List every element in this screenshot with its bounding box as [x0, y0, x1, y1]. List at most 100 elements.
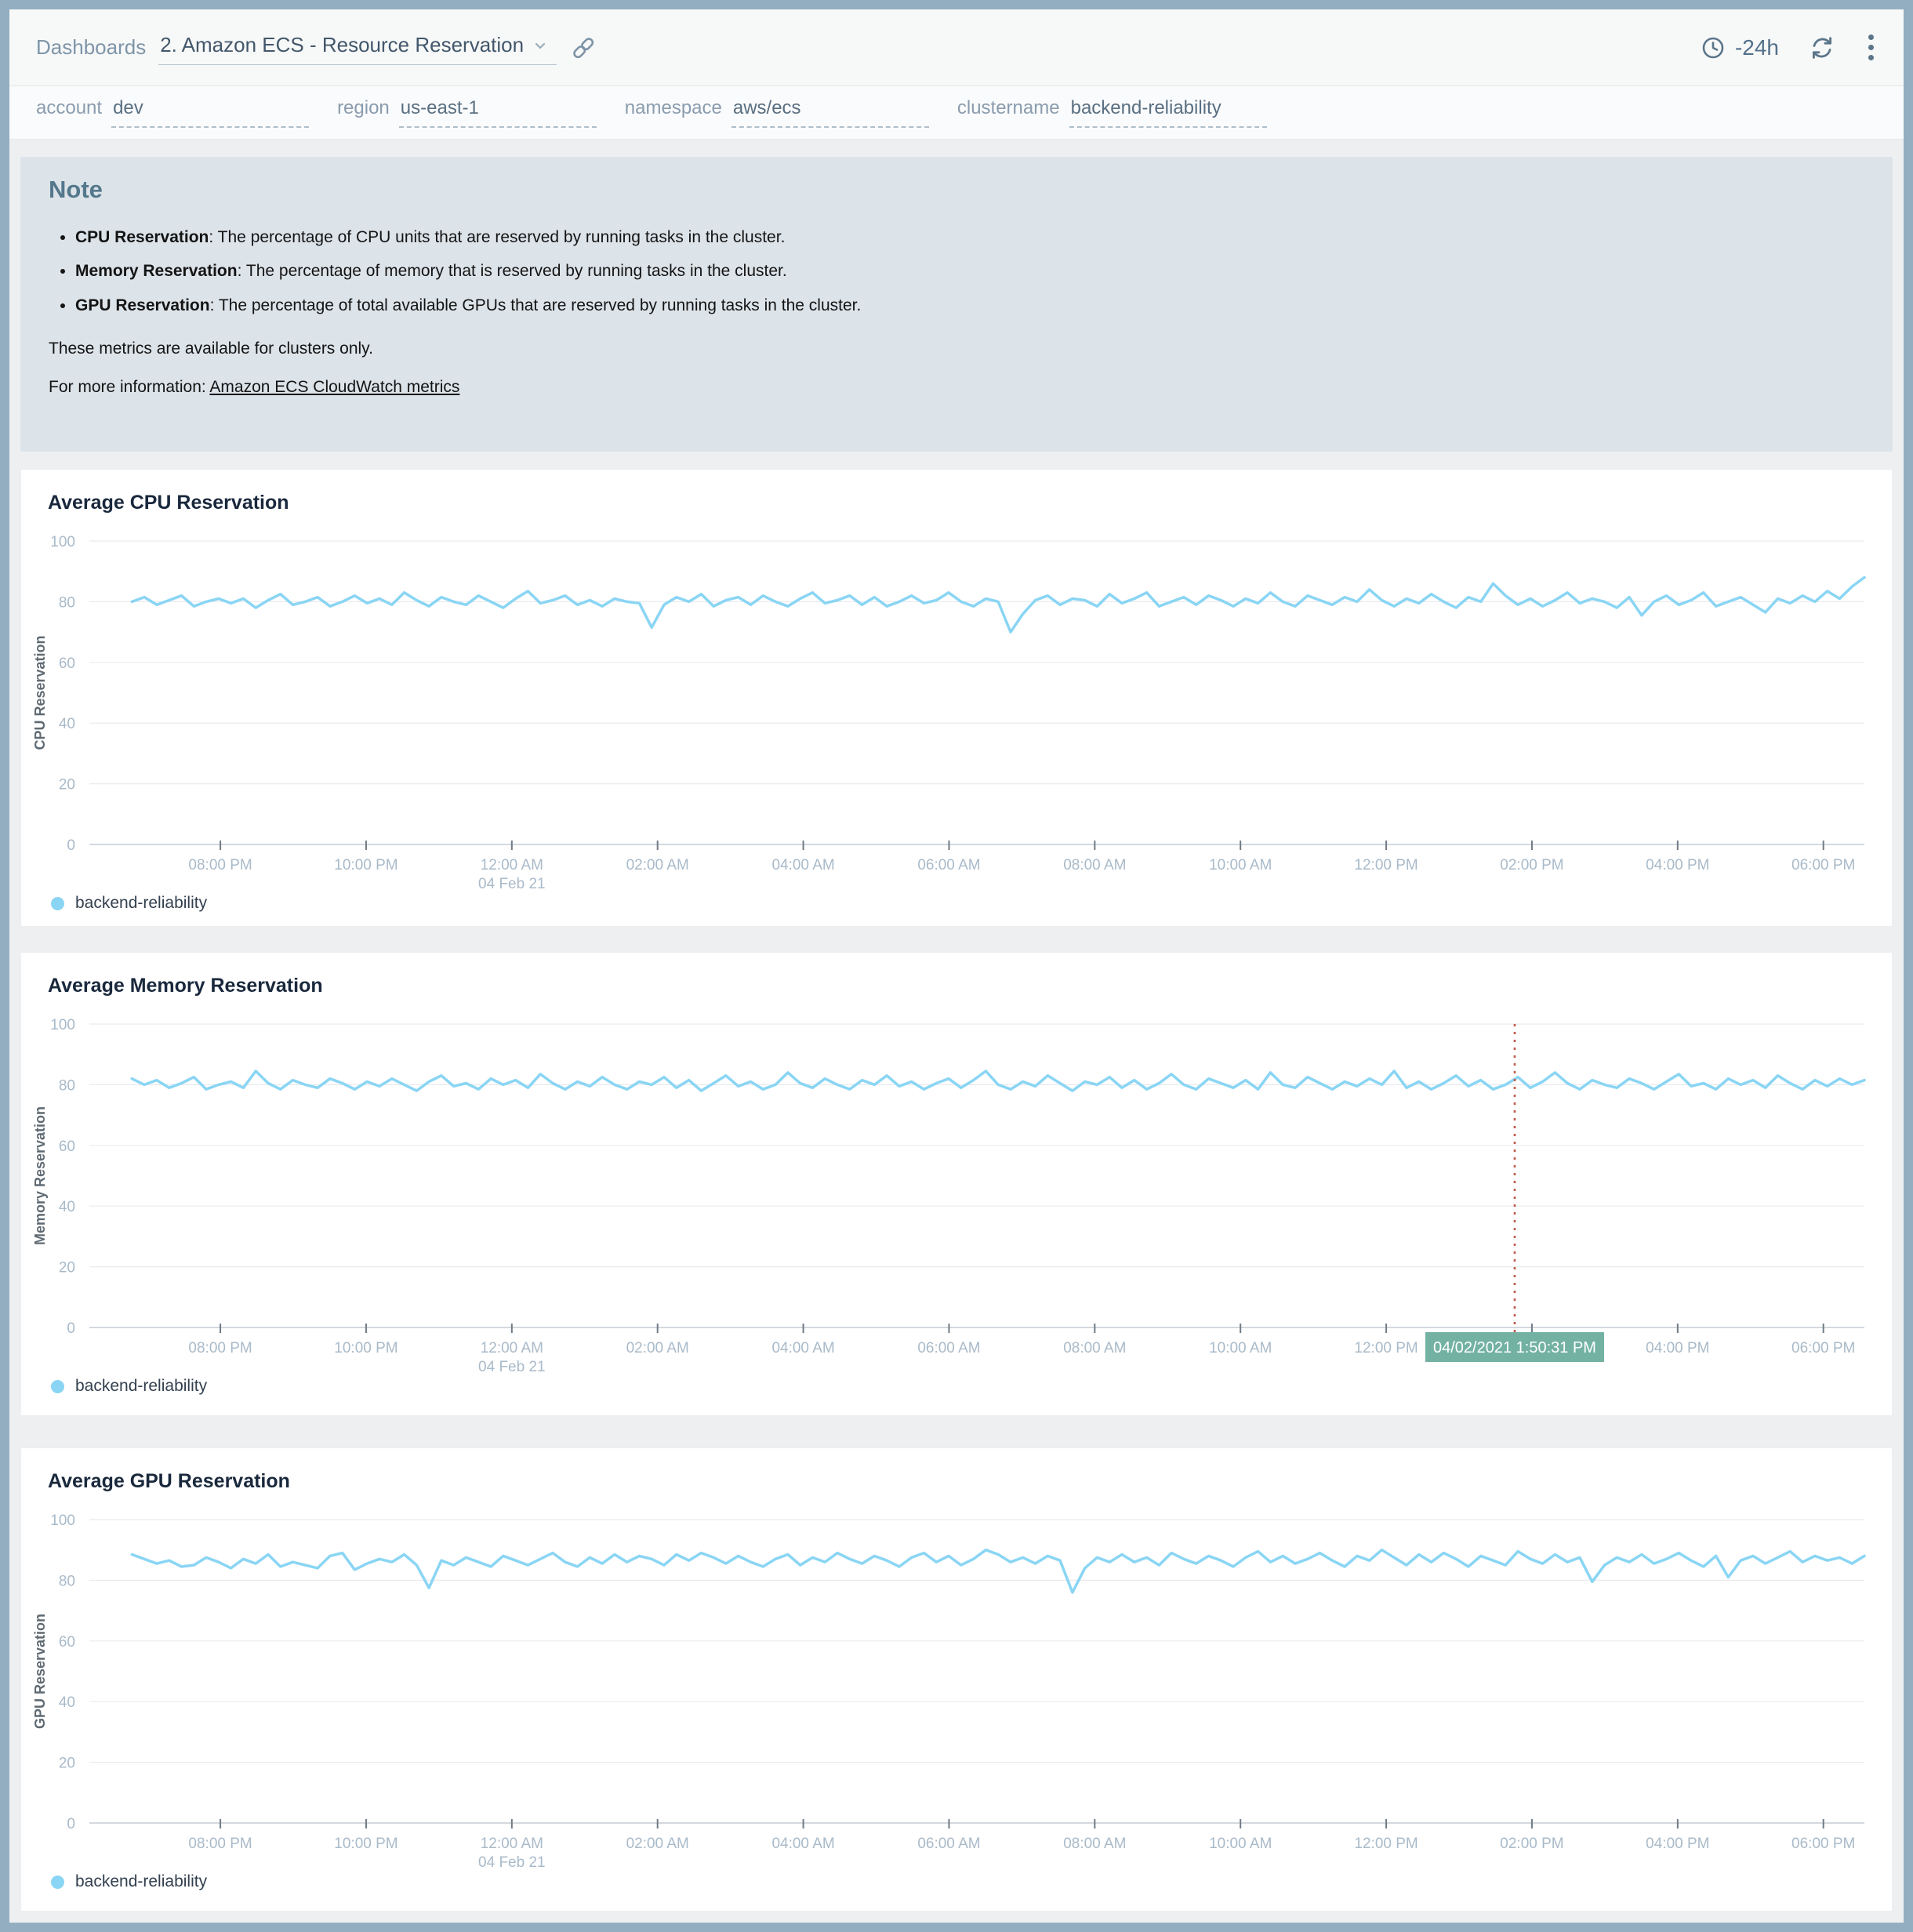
gpu-chart-legend[interactable]: backend-reliability — [21, 1871, 1892, 1891]
svg-text:04:00 PM: 04:00 PM — [1646, 1340, 1709, 1356]
svg-text:60: 60 — [59, 656, 75, 672]
note-bullet-cpu: CPU Reservation: The percentage of CPU u… — [75, 227, 1864, 248]
legend-series-dot — [51, 1876, 64, 1889]
svg-text:80: 80 — [59, 1573, 75, 1589]
svg-text:10:00 PM: 10:00 PM — [334, 1340, 397, 1356]
note-more-info: For more information: Amazon ECS CloudWa… — [49, 378, 1864, 397]
svg-text:CPU Reservation: CPU Reservation — [32, 635, 48, 750]
dashboard-app: Dashboards 2. Amazon ECS - Resource Rese… — [9, 9, 1904, 1923]
legend-series-label: backend-reliability — [75, 894, 207, 913]
svg-text:04:00 PM: 04:00 PM — [1646, 1836, 1709, 1852]
svg-text:10:00 PM: 10:00 PM — [334, 1836, 397, 1852]
legend-series-dot — [51, 897, 64, 910]
svg-text:04:00 AM: 04:00 AM — [771, 1340, 834, 1356]
svg-text:80: 80 — [59, 1077, 75, 1094]
svg-text:02:00 AM: 02:00 AM — [626, 1836, 689, 1852]
svg-text:08:00 AM: 08:00 AM — [1063, 1836, 1126, 1852]
cloudwatch-metrics-link[interactable]: Amazon ECS CloudWatch metrics — [209, 378, 459, 396]
svg-text:100: 100 — [50, 534, 75, 550]
cpu-chart-svg[interactable]: 100806040200CPU Reservation08:00 PM10:00… — [21, 524, 1892, 892]
svg-text:20: 20 — [59, 1756, 75, 1772]
filter-region-label: region — [337, 97, 390, 119]
svg-text:06:00 PM: 06:00 PM — [1791, 1836, 1855, 1852]
memory-chart-legend[interactable]: backend-reliability — [21, 1375, 1892, 1396]
svg-text:02:00 AM: 02:00 AM — [626, 857, 689, 873]
filter-clustername: clustername backend-reliability — [957, 97, 1267, 128]
note-bullet-memory-text: : The percentage of memory that is reser… — [238, 262, 787, 280]
filter-namespace-value[interactable]: aws/ecs — [731, 97, 929, 128]
filter-account: account dev — [36, 97, 309, 128]
cpu-chart-title: Average CPU Reservation — [21, 470, 1892, 514]
filter-clustername-value[interactable]: backend-reliability — [1069, 97, 1267, 128]
chevron-down-icon — [532, 37, 549, 54]
note-paragraph: These metrics are available for clusters… — [49, 340, 1864, 358]
note-more-info-prefix: For more information: — [49, 378, 209, 396]
svg-text:100: 100 — [50, 1513, 75, 1529]
refresh-icon[interactable] — [1809, 34, 1835, 61]
filter-account-label: account — [36, 97, 102, 119]
link-icon[interactable] — [569, 34, 597, 62]
svg-text:0: 0 — [67, 837, 75, 854]
svg-text:06:00 PM: 06:00 PM — [1791, 857, 1855, 873]
legend-series-label: backend-reliability — [75, 1377, 207, 1396]
time-range-button[interactable]: -24h — [1701, 35, 1779, 60]
filter-bar: account dev region us-east-1 namespace a… — [9, 86, 1904, 140]
svg-text:10:00 AM: 10:00 AM — [1209, 1836, 1272, 1852]
svg-text:04/02/2021 1:50:31 PM: 04/02/2021 1:50:31 PM — [1433, 1339, 1596, 1356]
time-range-label: -24h — [1735, 35, 1779, 60]
svg-text:10:00 AM: 10:00 AM — [1209, 857, 1272, 873]
svg-text:08:00 AM: 08:00 AM — [1063, 1340, 1126, 1356]
svg-text:02:00 PM: 02:00 PM — [1500, 1836, 1563, 1852]
note-bullet-gpu-text: : The percentage of total available GPUs… — [210, 296, 862, 314]
svg-text:06:00 AM: 06:00 AM — [917, 1836, 980, 1852]
svg-text:04:00 AM: 04:00 AM — [771, 1836, 834, 1852]
header-right: -24h — [1701, 31, 1877, 64]
filter-namespace-label: namespace — [625, 97, 722, 119]
svg-text:40: 40 — [59, 1199, 75, 1215]
filter-region: region us-east-1 — [337, 97, 597, 128]
cpu-chart-legend[interactable]: backend-reliability — [21, 892, 1892, 913]
svg-text:08:00 PM: 08:00 PM — [188, 1836, 252, 1852]
svg-text:40: 40 — [59, 1694, 75, 1711]
note-bullet-cpu-text: : The percentage of CPU units that are r… — [209, 228, 785, 246]
svg-text:06:00 PM: 06:00 PM — [1791, 1340, 1855, 1356]
kebab-menu-icon[interactable] — [1865, 31, 1877, 64]
filter-region-value[interactable]: us-east-1 — [399, 97, 597, 128]
svg-text:Memory Reservation: Memory Reservation — [32, 1106, 48, 1245]
svg-text:12:00 PM: 12:00 PM — [1354, 857, 1418, 873]
svg-text:12:00 PM: 12:00 PM — [1354, 1340, 1418, 1356]
svg-text:GPU Reservation: GPU Reservation — [32, 1614, 48, 1729]
svg-text:12:00 AM: 12:00 AM — [481, 1340, 543, 1356]
memory-chart-panel: Average Memory Reservation 100806040200M… — [20, 952, 1893, 1416]
svg-text:08:00 AM: 08:00 AM — [1063, 857, 1126, 873]
memory-chart-svg[interactable]: 100806040200Memory Reservation08:00 PM10… — [21, 1007, 1892, 1375]
header-left: Dashboards 2. Amazon ECS - Resource Rese… — [36, 30, 597, 65]
filter-account-value[interactable]: dev — [111, 97, 309, 128]
svg-text:60: 60 — [59, 1634, 75, 1651]
gpu-chart-panel: Average GPU Reservation 100 80 60 40 20 0 GPU … — [20, 1447, 1893, 1912]
svg-text:04:00 PM: 04:00 PM — [1646, 857, 1709, 873]
note-bullet-gpu: GPU Reservation: The percentage of total… — [75, 296, 1864, 316]
svg-text:10:00 AM: 10:00 AM — [1209, 1340, 1272, 1356]
svg-text:100: 100 — [50, 1017, 75, 1033]
svg-text:04 Feb 21: 04 Feb 21 — [478, 1854, 546, 1871]
note-bullet-list: CPU Reservation: The percentage of CPU u… — [75, 227, 1864, 316]
gpu-chart-svg[interactable]: 100 80 60 40 20 0 GPU Reservation 08:00 PM 10:00… — [21, 1502, 1892, 1871]
svg-text:02:00 AM: 02:00 AM — [626, 1340, 689, 1356]
filter-clustername-label: clustername — [957, 97, 1060, 119]
svg-text:02:00 PM: 02:00 PM — [1500, 857, 1563, 873]
svg-text:0: 0 — [67, 1320, 75, 1337]
svg-text:12:00 AM: 12:00 AM — [481, 857, 543, 873]
gpu-chart-title: Average GPU Reservation — [21, 1448, 1892, 1493]
svg-text:0: 0 — [67, 1816, 75, 1832]
svg-text:60: 60 — [59, 1138, 75, 1155]
page-title: 2. Amazon ECS - Resource Reservation — [160, 33, 524, 57]
svg-text:80: 80 — [59, 594, 75, 611]
svg-text:20: 20 — [59, 777, 75, 794]
svg-text:40: 40 — [59, 716, 75, 732]
dashboard-title-dropdown[interactable]: 2. Amazon ECS - Resource Reservation — [158, 30, 557, 65]
breadcrumb: Dashboards — [36, 35, 146, 60]
svg-text:12:00 PM: 12:00 PM — [1354, 1836, 1418, 1852]
svg-text:04:00 AM: 04:00 AM — [771, 857, 834, 873]
note-panel: Note CPU Reservation: The percentage of … — [20, 157, 1893, 452]
